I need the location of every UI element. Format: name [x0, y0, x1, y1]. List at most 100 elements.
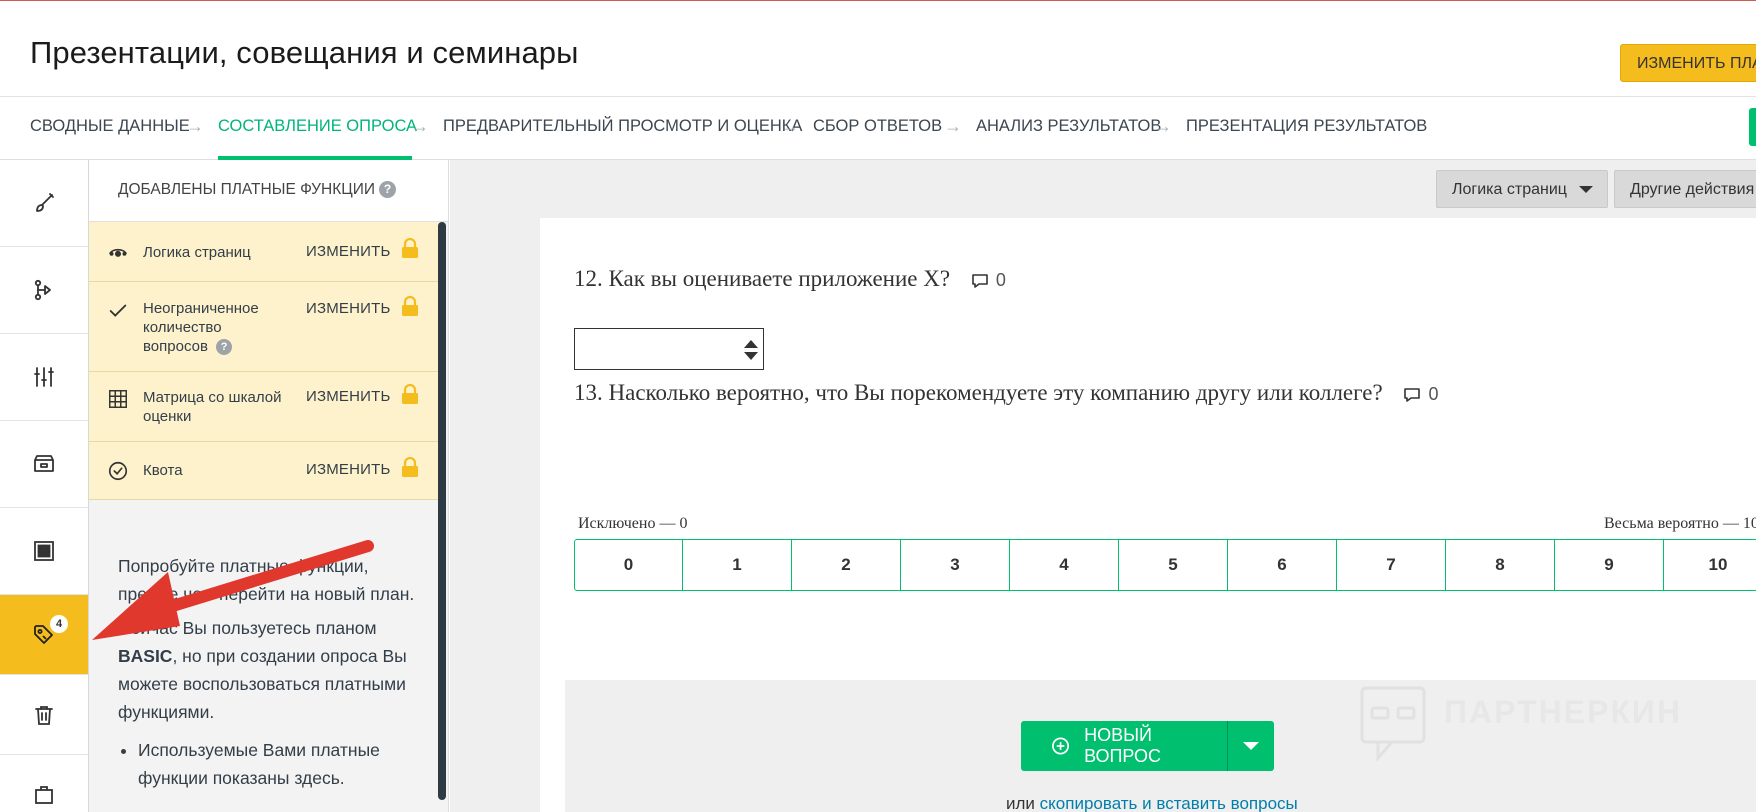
new-question-button-group: НОВЫЙ ВОПРОС — [1021, 721, 1274, 771]
feature-change-link[interactable]: ИЗМЕНИТЬ — [306, 300, 391, 317]
nps-option[interactable]: 0 — [574, 539, 683, 591]
feature-change-link[interactable]: ИЗМЕНИТЬ — [306, 388, 391, 405]
panel-title: ДОБАВЛЕНЫ ПЛАТНЫЕ ФУНКЦИИ? — [118, 181, 396, 199]
new-question-button[interactable]: НОВЫЙ ВОПРОС — [1021, 721, 1228, 771]
plus-circle-icon — [1052, 737, 1070, 755]
nps-option[interactable]: 9 — [1555, 539, 1664, 591]
step-arrow-icon: → — [1154, 116, 1172, 136]
question-text: Как вы оцениваете приложение Х? — [608, 266, 951, 291]
rail-item-more[interactable] — [0, 755, 88, 812]
panel-body-text-1: Сейчас Вы пользуетесь планом — [118, 618, 377, 638]
check-icon — [109, 304, 127, 317]
nps-option[interactable]: 7 — [1337, 539, 1446, 591]
rail-item-library[interactable] — [0, 421, 88, 508]
watermark-text: ПАРТНЕРКИН — [1444, 694, 1683, 730]
lock-icon — [402, 384, 418, 404]
paid-features-count-badge: 4 — [50, 615, 68, 633]
edge-green-tab[interactable] — [1749, 108, 1756, 146]
comment-icon[interactable] — [1402, 385, 1422, 405]
eye-logic-icon — [109, 248, 127, 257]
page-logic-label: Логика страниц — [1452, 181, 1567, 198]
feature-name: Матрица со шкалой оценки — [143, 389, 282, 425]
nps-option[interactable]: 6 — [1228, 539, 1337, 591]
steps-nav: СВОДНЫЕ ДАННЫЕ → СОСТАВЛЕНИЕ ОПРОСА → ПР… — [0, 97, 1756, 160]
question-number: 13. — [574, 380, 603, 405]
briefcase-icon — [35, 786, 53, 804]
panel-body-heading: Попробуйте платные функции, прежде чем п… — [118, 556, 415, 604]
tab-preview-score[interactable]: ПРЕДВАРИТЕЛЬНЫЙ ПРОСМОТР И ОЦЕНКА — [443, 117, 802, 136]
rail-item-design[interactable] — [0, 160, 88, 247]
feature-change-link[interactable]: ИЗМЕНИТЬ — [306, 461, 391, 478]
trash-icon — [35, 705, 53, 725]
question-12[interactable]: 12. Как вы оцениваете приложение Х? 0 — [574, 266, 1006, 292]
new-question-dropdown-button[interactable] — [1228, 721, 1274, 771]
page-logic-button[interactable]: Логика страниц — [1436, 170, 1608, 208]
brush-icon — [36, 193, 54, 212]
feature-change-link[interactable]: ИЗМЕНИТЬ — [306, 243, 391, 260]
nps-option[interactable]: 1 — [683, 539, 792, 591]
nps-option[interactable]: 3 — [901, 539, 1010, 591]
feature-name: Неограниченное количество вопросов ? — [143, 299, 283, 356]
rating-number-input[interactable] — [574, 328, 764, 370]
tab-collect-responses[interactable]: СБОР ОТВЕТОВ — [813, 117, 942, 136]
tab-present-results[interactable]: ПРЕЗЕНТАЦИЯ РЕЗУЛЬТАТОВ — [1186, 117, 1427, 136]
step-arrow-icon: → — [781, 116, 799, 136]
step-arrow-icon: → — [411, 116, 429, 136]
nps-option[interactable]: 4 — [1010, 539, 1119, 591]
lock-icon — [402, 238, 418, 258]
rail-item-paid-features[interactable]: 4 — [0, 595, 88, 675]
feature-row-matrix-scale: Матрица со шкалой оценки ИЗМЕНИТЬ — [89, 372, 439, 442]
header: Презентации, совещания и семинары ИЗМЕНИ… — [0, 1, 1756, 97]
copy-paste-questions-link[interactable]: скопировать и вставить вопросы — [1040, 794, 1298, 812]
panel-header: ДОБАВЛЕНЫ ПЛАТНЫЕ ФУНКЦИИ? — [89, 160, 448, 222]
panel-description: Попробуйте платные функции, прежде чем п… — [118, 552, 418, 792]
left-icon-rail: 4 — [0, 160, 89, 812]
spinner-arrows-icon[interactable] — [742, 337, 760, 363]
question-13[interactable]: 13. Насколько вероятно, что Вы порекомен… — [574, 380, 1438, 406]
step-arrow-icon: → — [186, 116, 204, 136]
feature-row-unlimited-questions: Неограниченное количество вопросов ? ИЗМ… — [89, 282, 439, 372]
sliders-icon — [34, 367, 54, 387]
chevron-down-icon — [1578, 186, 1593, 194]
rail-item-layout[interactable] — [0, 508, 88, 595]
plan-name: BASIC — [118, 646, 173, 666]
lock-icon — [402, 457, 418, 477]
tab-design-survey[interactable]: СОСТАВЛЕНИЕ ОПРОСА — [218, 117, 417, 136]
copy-paste-line: или скопировать и вставить вопросы — [1006, 794, 1298, 812]
nps-high-label: Весьма вероятно — 10 — [1604, 515, 1756, 532]
page-title: Презентации, совещания и семинары — [30, 35, 579, 70]
feature-name-text: Неограниченное количество вопросов — [143, 300, 259, 355]
panel-scrollbar[interactable] — [438, 222, 446, 800]
watermark: ПАРТНЕРКИН — [1358, 684, 1708, 764]
page-toolbar: Логика страниц Другие действия — [540, 160, 1756, 218]
watermark-logo-icon — [1360, 686, 1426, 762]
rail-item-options[interactable] — [0, 334, 88, 421]
upgrade-plan-button[interactable]: ИЗМЕНИТЬ ПЛА — [1620, 44, 1756, 82]
copy-prefix: или — [1006, 794, 1035, 812]
check-circle-icon — [108, 461, 128, 481]
feature-name: Логика страниц — [143, 244, 251, 261]
question-number: 12. — [574, 266, 603, 291]
comment-icon[interactable] — [970, 271, 990, 291]
library-icon — [34, 455, 54, 472]
tab-summary[interactable]: СВОДНЫЕ ДАННЫЕ — [30, 117, 190, 136]
nps-option[interactable]: 2 — [792, 539, 901, 591]
help-icon[interactable]: ? — [379, 181, 396, 199]
nps-option[interactable]: 8 — [1446, 539, 1555, 591]
paid-features-panel: ДОБАВЛЕНЫ ПЛАТНЫЕ ФУНКЦИИ? Логика страни… — [89, 160, 449, 812]
nps-option[interactable]: 5 — [1119, 539, 1228, 591]
rail-item-logic[interactable] — [0, 247, 88, 334]
comment-count: 0 — [995, 270, 1006, 291]
rail-item-delete[interactable] — [0, 675, 88, 755]
help-icon[interactable]: ? — [216, 339, 233, 356]
tab-analyze-results[interactable]: АНАЛИЗ РЕЗУЛЬТАТОВ — [976, 117, 1161, 136]
panel-body-text: Сейчас Вы пользуетесь планом BASIC, но п… — [118, 614, 418, 726]
nps-scale: 0 1 2 3 4 5 6 7 8 9 10 — [574, 539, 1756, 591]
lock-icon — [402, 296, 418, 316]
feature-row-page-logic: Логика страниц ИЗМЕНИТЬ — [89, 222, 439, 282]
chevron-down-icon — [1243, 742, 1259, 750]
nps-low-label: Исключено — 0 — [578, 515, 688, 532]
other-actions-button[interactable]: Другие действия — [1614, 170, 1756, 208]
nps-option[interactable]: 10 — [1664, 539, 1756, 591]
feature-row-quota: Квота ИЗМЕНИТЬ — [89, 442, 439, 500]
